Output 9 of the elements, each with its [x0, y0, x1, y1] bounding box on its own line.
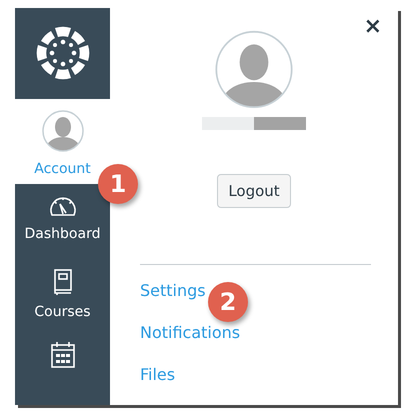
logout-button[interactable]: Logout: [217, 174, 291, 208]
logo-icon[interactable]: [36, 26, 90, 80]
callout-badge: 2: [208, 282, 248, 322]
nav-item[interactable]: Courses: [15, 258, 110, 332]
avatar-icon: [40, 108, 84, 153]
calendar-icon: [50, 341, 76, 370]
book-icon: [52, 268, 74, 296]
close-button[interactable]: ×: [364, 16, 382, 38]
callout-badge: 1: [98, 164, 138, 204]
